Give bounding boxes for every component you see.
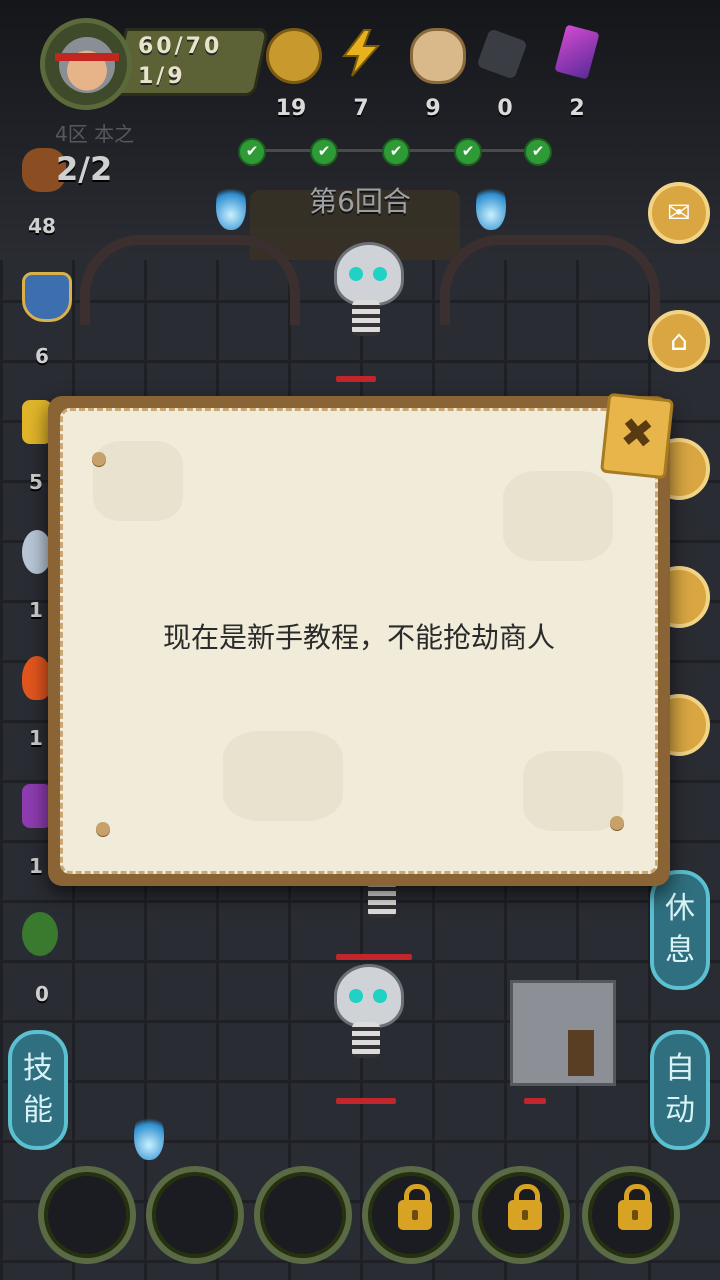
- pin-icon: [610, 816, 624, 830]
- paper-texture: [223, 731, 343, 821]
- close-button[interactable]: ✖: [599, 392, 675, 480]
- paper-texture: [93, 441, 183, 521]
- pin-icon: [92, 452, 106, 466]
- pin-icon: [96, 822, 110, 836]
- tutorial-dialog: 现在是新手教程，不能抢劫商人: [48, 396, 670, 886]
- dialog-message: 现在是新手教程，不能抢劫商人: [162, 621, 555, 654]
- paper-texture: [523, 751, 623, 831]
- paper-texture: [503, 471, 613, 561]
